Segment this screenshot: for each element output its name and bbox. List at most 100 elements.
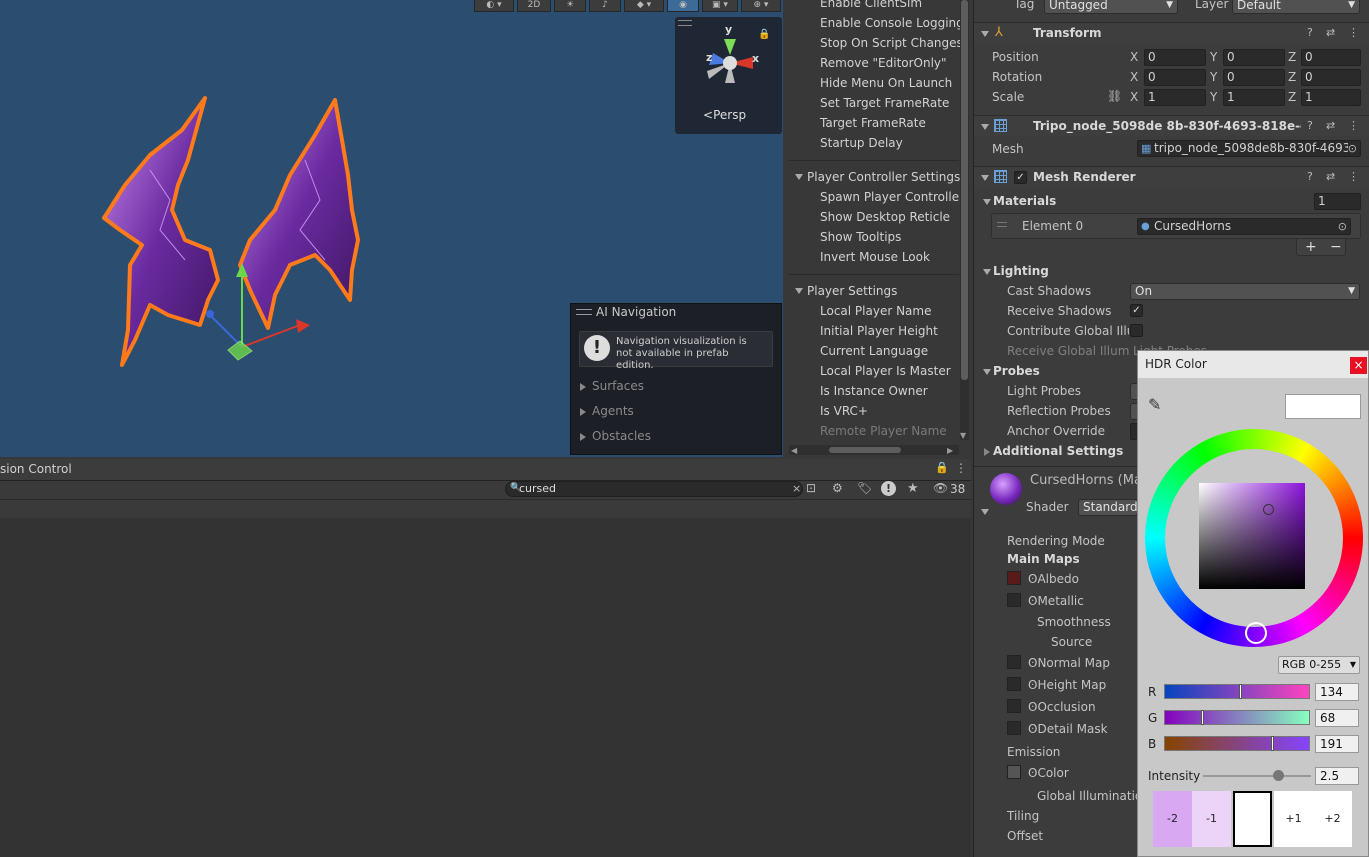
normal-map-slot[interactable]: [1007, 655, 1021, 669]
collapse-arrow-icon[interactable]: [983, 269, 991, 275]
albedo-texture-slot[interactable]: [1007, 571, 1021, 585]
r-slider[interactable]: [1164, 684, 1310, 699]
scale-y-field[interactable]: 1: [1223, 89, 1285, 106]
b-value-field[interactable]: 191: [1315, 735, 1359, 753]
menu-enable-clientsim[interactable]: Enable ClientSim: [820, 0, 922, 10]
ai-section-obstacles[interactable]: Obstacles: [592, 429, 651, 443]
filter-label-icon[interactable]: 🏷: [857, 481, 872, 495]
more-options-icon[interactable]: ⋮: [955, 461, 967, 475]
cast-shadows-dropdown[interactable]: On ▼: [1130, 283, 1360, 300]
expand-arrow-icon[interactable]: [580, 408, 586, 416]
help-icon[interactable]: ?: [1307, 170, 1313, 183]
menu-invert-mouse-look[interactable]: Invert Mouse Look: [820, 250, 930, 264]
collapse-arrow-icon[interactable]: [983, 369, 991, 375]
scene-view[interactable]: ◐ ▾ 2D ☀ ♪ ◆ ▾ ◉ ▣ ▾ ⊕ ▾ 🔒 y x z <Persp …: [0, 0, 783, 457]
intensity-swatch-current[interactable]: [1233, 791, 1272, 847]
filter-type-icon[interactable]: ⚙: [832, 481, 843, 495]
scroll-left-icon[interactable]: ◀: [791, 446, 797, 455]
mesh-renderer-enabled-checkbox[interactable]: ✓: [1014, 171, 1027, 184]
collapse-arrow-icon[interactable]: [795, 288, 803, 294]
probes-label[interactable]: Probes: [993, 364, 1040, 378]
menu-initial-player-height[interactable]: Initial Player Height: [820, 324, 938, 338]
menu-remove-editoronly[interactable]: Remove "EditorOnly": [820, 56, 947, 70]
collapse-arrow-icon[interactable]: [981, 31, 989, 37]
menu-hide-menu-on-launch[interactable]: Hide Menu On Launch: [820, 76, 952, 90]
search-by-type-icon[interactable]: ⊡: [806, 481, 816, 495]
menu-local-player-name[interactable]: Local Player Name: [820, 304, 931, 318]
scale-x-field[interactable]: 1: [1144, 89, 1206, 106]
position-y-field[interactable]: 0: [1223, 49, 1285, 66]
contribute-gi-checkbox[interactable]: [1130, 324, 1143, 337]
saturation-value-square[interactable]: [1199, 483, 1305, 589]
scroll-right-icon[interactable]: ▶: [947, 446, 953, 455]
filter-log-icon[interactable]: !: [881, 481, 896, 496]
camera-settings-icon[interactable]: ▣ ▾: [702, 0, 738, 12]
g-value-field[interactable]: 68: [1315, 709, 1359, 727]
menu-enable-console-logging[interactable]: Enable Console Logging: [820, 16, 964, 30]
lock-icon[interactable]: 🔒: [935, 461, 949, 474]
menu-remote-player-name[interactable]: Remote Player Name: [820, 424, 947, 438]
presets-icon[interactable]: ⇄: [1326, 26, 1335, 39]
gizmos-toggle-icon[interactable]: ⊕ ▾: [741, 0, 781, 12]
metallic-texture-slot[interactable]: [1007, 593, 1021, 607]
hue-wheel[interactable]: [1145, 429, 1363, 647]
position-x-field[interactable]: 0: [1144, 49, 1206, 66]
more-options-icon[interactable]: ⋮: [1348, 119, 1359, 132]
scroll-down-icon[interactable]: ▼: [960, 431, 966, 440]
more-options-icon[interactable]: ⋮: [1348, 170, 1359, 183]
transform-header[interactable]: ⅄ Transform ? ⇄ ⋮: [974, 22, 1369, 43]
menu-target-framerate[interactable]: Target FrameRate: [820, 116, 926, 130]
shading-mode-button[interactable]: ◐ ▾: [474, 0, 514, 12]
collapse-arrow-icon[interactable]: [981, 509, 989, 515]
intensity-value-field[interactable]: 2.5: [1315, 767, 1359, 785]
sv-cursor[interactable]: [1263, 504, 1274, 515]
effects-toggle-icon[interactable]: ◆ ▾: [624, 0, 664, 12]
add-element-button[interactable]: +: [1305, 239, 1317, 255]
audio-toggle-icon[interactable]: ♪: [589, 0, 621, 12]
expand-arrow-icon[interactable]: [580, 433, 586, 441]
tag-dropdown[interactable]: Untagged ▼: [1044, 0, 1178, 14]
b-slider[interactable]: [1164, 736, 1310, 751]
g-slider[interactable]: [1164, 710, 1310, 725]
menu-is-vrc-plus[interactable]: Is VRC+: [820, 404, 868, 418]
layer-dropdown[interactable]: Default ▼: [1232, 0, 1360, 14]
rotation-y-field[interactable]: 0: [1223, 69, 1285, 86]
r-value-field[interactable]: 134: [1315, 683, 1359, 701]
reorder-handle-icon[interactable]: [997, 222, 1007, 227]
intensity-swatch-plus-2[interactable]: +2: [1313, 791, 1352, 847]
ai-section-surfaces[interactable]: Surfaces: [592, 379, 644, 393]
close-button[interactable]: ×: [1350, 357, 1367, 374]
height-map-slot[interactable]: [1007, 677, 1021, 691]
detail-mask-slot[interactable]: [1007, 721, 1021, 735]
position-z-field[interactable]: 0: [1301, 49, 1361, 66]
visibility-toggle-icon[interactable]: ◉: [667, 0, 699, 12]
menu-set-target-framerate[interactable]: Set Target FrameRate: [820, 96, 949, 110]
vertical-scrollbar[interactable]: [960, 0, 969, 440]
rotation-z-field[interactable]: 0: [1301, 69, 1361, 86]
help-icon[interactable]: ?: [1307, 119, 1313, 132]
additional-settings-label[interactable]: Additional Settings: [993, 444, 1123, 458]
mesh-renderer-header[interactable]: ✓ Mesh Renderer ? ⇄ ⋮: [974, 166, 1369, 187]
menu-spawn-player-controller[interactable]: Spawn Player Controller: [820, 190, 964, 204]
menu-current-language[interactable]: Current Language: [820, 344, 928, 358]
constrain-proportions-icon[interactable]: ⛓: [1107, 89, 1122, 103]
menu-startup-delay[interactable]: Startup Delay: [820, 136, 903, 150]
collapse-arrow-icon[interactable]: [795, 174, 803, 180]
favorites-star-icon[interactable]: ★: [907, 481, 919, 496]
g-slider-thumb[interactable]: [1201, 710, 1205, 725]
color-mode-dropdown[interactable]: RGB 0-255 ▼: [1278, 656, 1360, 674]
intensity-slider[interactable]: [1203, 770, 1311, 781]
lighting-label[interactable]: Lighting: [993, 264, 1049, 278]
scrollbar-thumb[interactable]: [961, 0, 968, 380]
emission-texture-slot[interactable]: [1007, 765, 1021, 779]
mesh-filter-header[interactable]: Tripo_node_5098de 8b-830f-4693-818e-c 5 …: [974, 115, 1369, 136]
intensity-swatch-minus-2[interactable]: -2: [1153, 791, 1192, 847]
project-content-area[interactable]: [0, 518, 971, 857]
eyedropper-icon[interactable]: ✎: [1148, 395, 1161, 414]
object-picker-icon[interactable]: ⊙: [1338, 219, 1347, 234]
more-options-icon[interactable]: ⋮: [1348, 26, 1359, 39]
hidden-packages-icon[interactable]: 👁: [933, 481, 948, 495]
collapse-arrow-icon[interactable]: [981, 175, 989, 181]
collapse-arrow-icon[interactable]: [983, 199, 991, 205]
menu-show-desktop-reticle[interactable]: Show Desktop Reticle: [820, 210, 950, 224]
